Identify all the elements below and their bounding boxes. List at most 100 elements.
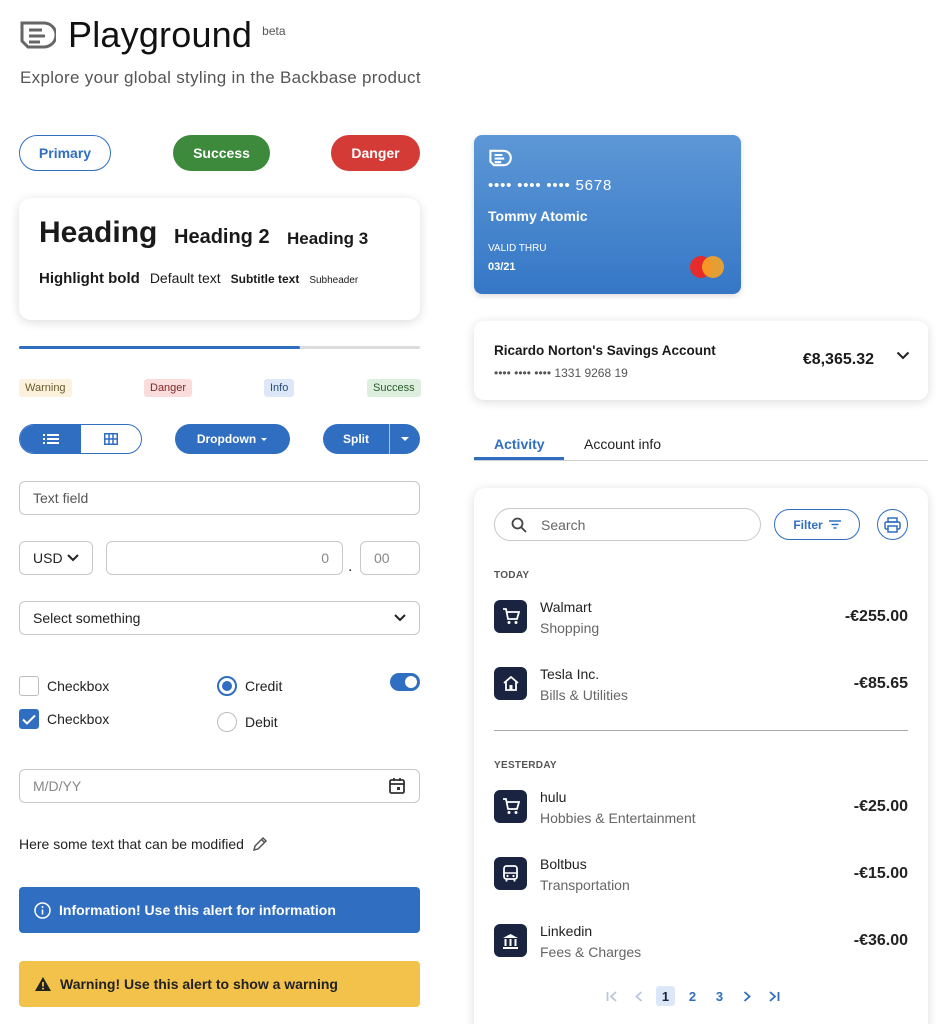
view-toggle	[19, 424, 142, 454]
warning-icon	[35, 977, 51, 991]
select-field[interactable]: Select something	[19, 601, 420, 635]
account-card[interactable]: Ricardo Norton's Savings Account •••• ••…	[474, 321, 928, 400]
decimal-field[interactable]: 00	[360, 541, 420, 575]
select-placeholder: Select something	[33, 610, 141, 626]
transaction-category: Hobbies & Entertainment	[540, 810, 696, 826]
transaction-row[interactable]: Walmart Shopping -€255.00	[494, 592, 908, 640]
home-icon	[494, 667, 527, 700]
page-subtitle: Explore your global styling in the Backb…	[20, 68, 421, 87]
progress-fill	[19, 346, 300, 349]
page-2-button[interactable]: 2	[683, 986, 702, 1006]
transaction-amount: -€255.00	[844, 608, 908, 625]
progress-bar	[19, 346, 420, 349]
card-expiry: 03/21	[488, 261, 516, 273]
group-divider	[494, 730, 908, 731]
editable-text: Here some text that can be modified	[19, 836, 268, 852]
first-page-icon[interactable]	[602, 986, 621, 1006]
beta-badge: beta	[262, 24, 286, 38]
radio-credit-label: Credit	[245, 678, 283, 694]
danger-badge: Danger	[144, 379, 193, 397]
radio-debit-label: Debit	[245, 714, 278, 730]
warning-badge: Warning	[19, 379, 72, 397]
page-1-button[interactable]: 1	[656, 986, 675, 1006]
success-button[interactable]: Success	[173, 135, 270, 171]
group-label-yesterday: YESTERDAY	[494, 760, 557, 771]
transaction-category: Transportation	[540, 877, 630, 893]
subheader-text: Subheader	[309, 275, 359, 286]
split-button-toggle[interactable]	[390, 424, 420, 454]
grid-view-button[interactable]	[81, 425, 141, 453]
split-button-main[interactable]: Split	[323, 424, 390, 454]
transaction-category: Bills & Utilities	[540, 687, 628, 703]
payment-card[interactable]: •••• •••• •••• 5678 Tommy Atomic VALID T…	[474, 135, 741, 294]
danger-button[interactable]: Danger	[331, 135, 420, 171]
transaction-row[interactable]: hulu Hobbies & Entertainment -€25.00	[494, 782, 908, 830]
amount-field[interactable]: 0	[106, 541, 343, 575]
checkbox-label: Checkbox	[47, 711, 110, 727]
print-icon	[884, 516, 901, 533]
checkbox-checked[interactable]	[19, 709, 39, 729]
transaction-amount: -€36.00	[853, 932, 908, 949]
transaction-category: Shopping	[540, 620, 600, 636]
warning-alert-text: Warning! Use this alert to show a warnin…	[60, 976, 338, 992]
editable-text-value: Here some text that can be modified	[19, 836, 244, 852]
print-button[interactable]	[877, 509, 908, 540]
transaction-name: Boltbus	[540, 856, 587, 872]
card-valid-label: VALID THRU	[488, 243, 547, 254]
typography-card: Heading Heading 2 Heading 3 Highlight bo…	[19, 198, 420, 320]
card-logo-icon	[489, 149, 512, 167]
tab-account-info[interactable]: Account info	[584, 436, 661, 452]
checkbox-row-2[interactable]: Checkbox	[19, 709, 109, 729]
text-field[interactable]: Text field	[19, 481, 420, 515]
heading-2: Heading 2	[174, 226, 270, 248]
mastercard-logo-icon	[690, 256, 724, 278]
checkbox-label: Checkbox	[47, 678, 110, 694]
info-alert-text: Information! Use this alert for informat…	[59, 902, 336, 918]
dropdown-button-label: Dropdown	[196, 432, 257, 446]
list-icon	[42, 434, 59, 444]
search-placeholder: Search	[541, 516, 586, 533]
radio-credit-row[interactable]: Credit	[217, 676, 282, 696]
next-page-icon[interactable]	[737, 986, 756, 1006]
page-title: Playground	[68, 14, 253, 55]
filter-button[interactable]: Filter	[774, 509, 860, 540]
transaction-name: Tesla Inc.	[540, 666, 600, 682]
transactions-panel: Search Filter TODAY Walmart Shopping -€2…	[474, 488, 928, 1024]
caret-down-icon	[401, 437, 409, 441]
previous-page-icon[interactable]	[629, 986, 648, 1006]
subtitle-text: Subtitle text	[230, 272, 300, 286]
pencil-icon[interactable]	[252, 836, 268, 852]
search-input[interactable]: Search	[494, 508, 761, 541]
transaction-row[interactable]: Linkedin Fees & Charges -€36.00	[494, 916, 908, 964]
currency-value: USD	[33, 550, 63, 566]
currency-select[interactable]: USD	[19, 541, 93, 575]
calendar-icon[interactable]	[388, 777, 406, 795]
dropdown-button[interactable]: Dropdown	[175, 424, 290, 454]
account-name: Ricardo Norton's Savings Account	[494, 343, 716, 358]
cart-icon	[494, 790, 527, 823]
heading-3: Heading 3	[287, 229, 369, 248]
last-page-icon[interactable]	[764, 986, 783, 1006]
transaction-row[interactable]: Tesla Inc. Bills & Utilities -€85.65	[494, 659, 908, 707]
toggle-switch[interactable]	[390, 673, 420, 691]
checkbox-unchecked[interactable]	[19, 676, 39, 696]
transaction-row[interactable]: Boltbus Transportation -€15.00	[494, 849, 908, 897]
checkbox-row-1[interactable]: Checkbox	[19, 676, 109, 696]
filter-icon	[828, 520, 841, 529]
radio-credit[interactable]	[217, 676, 237, 696]
grid-icon	[104, 433, 118, 445]
info-alert: Information! Use this alert for informat…	[19, 887, 420, 933]
transaction-amount: -€25.00	[853, 798, 908, 815]
list-view-button[interactable]	[20, 425, 81, 453]
text-samples: Highlight bold Default text Subtitle tex…	[39, 270, 358, 287]
page-header: Playground beta	[20, 14, 286, 56]
date-field[interactable]: M/D/YY	[19, 769, 420, 803]
page-3-button[interactable]: 3	[710, 986, 729, 1006]
radio-debit[interactable]	[217, 712, 237, 732]
warning-alert: Warning! Use this alert to show a warnin…	[19, 961, 420, 1007]
cart-icon	[494, 600, 527, 633]
tab-activity[interactable]: Activity	[494, 436, 545, 452]
radio-debit-row[interactable]: Debit	[217, 712, 278, 732]
chevron-down-icon[interactable]	[896, 351, 910, 360]
primary-button[interactable]: Primary	[19, 135, 111, 171]
